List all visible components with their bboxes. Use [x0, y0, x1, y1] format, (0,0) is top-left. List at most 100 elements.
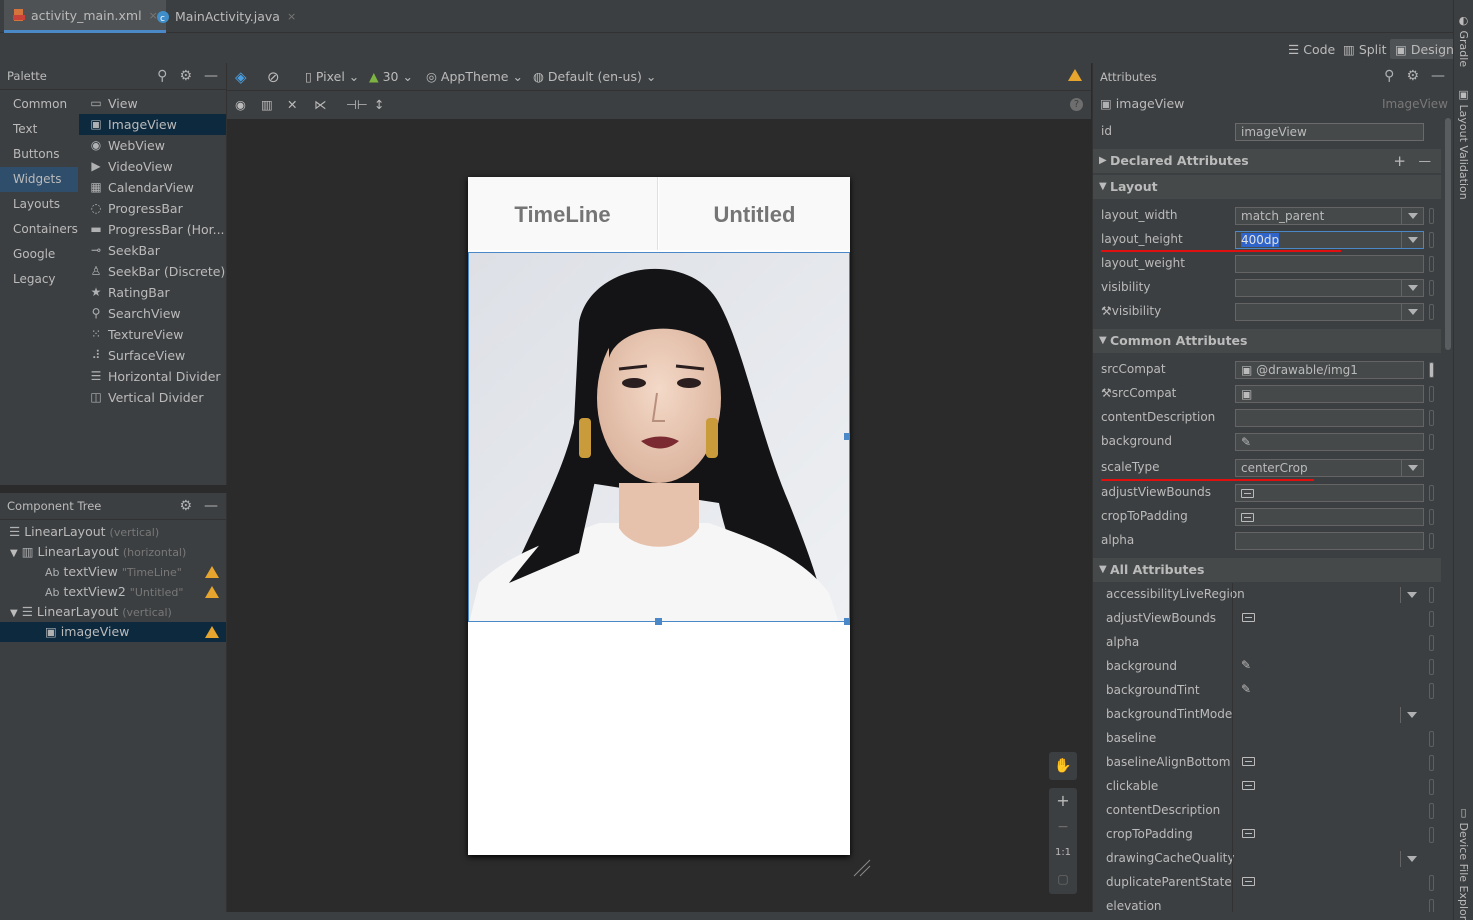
chevron-down-icon[interactable]: [1401, 280, 1423, 296]
pin-icon[interactable]: [1429, 304, 1434, 320]
gradle-tool-button[interactable]: ◐ Gradle: [1457, 14, 1470, 67]
locale-dropdown[interactable]: ◍ Default (en-us) ⌄: [533, 68, 656, 86]
pin-icon[interactable]: [1429, 208, 1434, 224]
palette-item-seekbar-discrete[interactable]: ♙ SeekBar (Discrete): [79, 261, 226, 282]
palette-item-progressbar[interactable]: ◌ ProgressBar: [79, 198, 226, 219]
id-field[interactable]: imageView: [1235, 123, 1424, 141]
alpha-field[interactable]: [1235, 532, 1424, 550]
tree-row[interactable]: ▼ ☰ LinearLayout (vertical): [0, 602, 226, 622]
tree-row[interactable]: ▼ ▥ LinearLayout (horizontal): [0, 542, 226, 562]
pin-icon[interactable]: [1429, 533, 1434, 549]
gear-icon[interactable]: ⚙: [1406, 68, 1419, 84]
pin-icon[interactable]: [1429, 587, 1434, 603]
horizontal-align-icon[interactable]: ⊣⊢: [346, 96, 368, 114]
palette-item-textureview[interactable]: ⁙ TextureView: [79, 324, 226, 345]
design-mode-button[interactable]: ▣ Design: [1390, 39, 1459, 59]
image-view-preview[interactable]: [468, 252, 850, 622]
palette-item-vertical-divider[interactable]: ◫ Vertical Divider: [79, 387, 226, 408]
warning-icon[interactable]: [1068, 69, 1082, 87]
src-compat-field[interactable]: ▣ @drawable/img1: [1235, 361, 1424, 379]
layout-height-dropdown[interactable]: 400dp: [1235, 231, 1424, 249]
constraints-off-icon[interactable]: ✕: [287, 96, 297, 114]
palette-category-widgets[interactable]: Widgets: [0, 167, 78, 192]
palette-item-videoview[interactable]: ▶ VideoView: [79, 156, 226, 177]
device-dropdown[interactable]: ▯ Pixel ⌄: [305, 68, 359, 86]
checkbox-indeterminate-icon[interactable]: [1241, 489, 1254, 498]
chevron-down-icon[interactable]: [1401, 232, 1423, 248]
palette-item-surfaceview[interactable]: ⠼ SurfaceView: [79, 345, 226, 366]
split-mode-button[interactable]: ▥ Split: [1338, 39, 1392, 59]
tools-src-compat-field[interactable]: ▣: [1235, 385, 1424, 403]
tools-visibility-dropdown[interactable]: [1235, 303, 1424, 321]
palette-category-containers[interactable]: Containers: [0, 217, 78, 242]
chevron-down-icon[interactable]: [1401, 208, 1423, 224]
zoom-actual-size-button[interactable]: 1:1: [1049, 840, 1077, 866]
tree-row[interactable]: Ab textView2 "Untitled": [0, 582, 226, 602]
gear-icon[interactable]: ⚙: [179, 68, 192, 84]
section-declared-attributes[interactable]: ▶ Declared Attributes + —: [1093, 149, 1441, 173]
section-layout[interactable]: ▼ Layout: [1093, 175, 1441, 199]
zoom-out-button[interactable]: −: [1049, 814, 1077, 840]
search-icon[interactable]: ⚲: [1384, 68, 1394, 84]
zoom-to-fit-icon[interactable]: ▢: [1049, 866, 1077, 892]
preview-tab-timeline[interactable]: TimeLine: [468, 177, 658, 250]
palette-item-calendarview[interactable]: ▦ CalendarView: [79, 177, 226, 198]
chevron-down-icon[interactable]: [1400, 587, 1422, 603]
close-icon[interactable]: ×: [287, 10, 296, 23]
checkbox-indeterminate-icon[interactable]: [1242, 877, 1255, 886]
vertical-align-icon[interactable]: ↕: [374, 96, 384, 114]
warning-icon[interactable]: [205, 626, 219, 638]
grid-icon[interactable]: ▥: [261, 96, 273, 114]
checkbox-indeterminate-icon[interactable]: [1242, 757, 1255, 766]
pin-icon[interactable]: [1429, 485, 1434, 501]
layout-width-dropdown[interactable]: match_parent: [1235, 207, 1424, 225]
warning-icon[interactable]: [205, 566, 219, 578]
remove-icon[interactable]: —: [1419, 149, 1432, 173]
visibility-dropdown[interactable]: [1235, 279, 1424, 297]
section-all-attributes[interactable]: ▼ All Attributes: [1093, 558, 1441, 582]
pin-icon[interactable]: [1429, 875, 1434, 891]
palette-item-progressbar-horizontal[interactable]: ▬ ProgressBar (Hor...: [79, 219, 226, 240]
chevron-down-icon[interactable]: [1401, 304, 1423, 320]
checkbox-indeterminate-icon[interactable]: [1242, 829, 1255, 838]
scrollbar[interactable]: [1445, 118, 1451, 350]
pin-icon[interactable]: [1429, 410, 1434, 426]
eye-icon[interactable]: ◉: [235, 96, 246, 114]
help-icon[interactable]: ?: [1070, 98, 1083, 111]
palette-item-seekbar[interactable]: ⊸ SeekBar: [79, 240, 226, 261]
chevron-down-icon[interactable]: [1400, 707, 1422, 723]
pin-icon[interactable]: [1429, 434, 1434, 450]
clear-constraints-icon[interactable]: ⋉: [314, 96, 327, 114]
tree-row[interactable]: ☰ LinearLayout (vertical): [0, 522, 226, 542]
palette-item-view[interactable]: ▭ View: [79, 93, 226, 114]
background-field[interactable]: ✎: [1235, 433, 1424, 451]
eyedropper-icon[interactable]: ✎: [1241, 658, 1251, 672]
palette-category-google[interactable]: Google: [0, 242, 78, 267]
checkbox-indeterminate-icon[interactable]: [1242, 613, 1255, 622]
theme-dropdown[interactable]: ◎ AppTheme ⌄: [426, 68, 523, 86]
pin-icon[interactable]: [1429, 611, 1434, 627]
pin-icon[interactable]: [1429, 731, 1434, 747]
minimize-icon[interactable]: —: [1431, 68, 1445, 84]
expand-arrow-icon[interactable]: ▼: [10, 548, 18, 559]
layout-weight-field[interactable]: [1235, 255, 1424, 273]
tree-row[interactable]: Ab textView "TimeLine": [0, 562, 226, 582]
orientation-icon[interactable]: ⊘: [267, 68, 280, 86]
resize-handle[interactable]: [844, 618, 850, 625]
palette-category-text[interactable]: Text: [0, 117, 78, 142]
palette-item-horizontal-divider[interactable]: ☰ Horizontal Divider: [79, 366, 226, 387]
pin-icon[interactable]: [1429, 659, 1434, 675]
checkbox-indeterminate-icon[interactable]: [1242, 781, 1255, 790]
palette-item-ratingbar[interactable]: ★ RatingBar: [79, 282, 226, 303]
warning-icon[interactable]: [205, 586, 219, 598]
resize-handle[interactable]: [655, 618, 662, 625]
content-description-field[interactable]: [1235, 409, 1424, 427]
section-common-attributes[interactable]: ▼ Common Attributes: [1093, 329, 1441, 353]
resize-corner-icon[interactable]: [852, 858, 872, 878]
api-dropdown[interactable]: ▲ 30 ⌄: [369, 68, 413, 86]
pin-icon[interactable]: [1429, 362, 1434, 378]
pin-icon[interactable]: [1429, 280, 1434, 296]
palette-item-imageview[interactable]: ▣ ImageView: [79, 114, 226, 135]
pin-icon[interactable]: [1429, 803, 1434, 819]
add-icon[interactable]: +: [1393, 149, 1406, 173]
